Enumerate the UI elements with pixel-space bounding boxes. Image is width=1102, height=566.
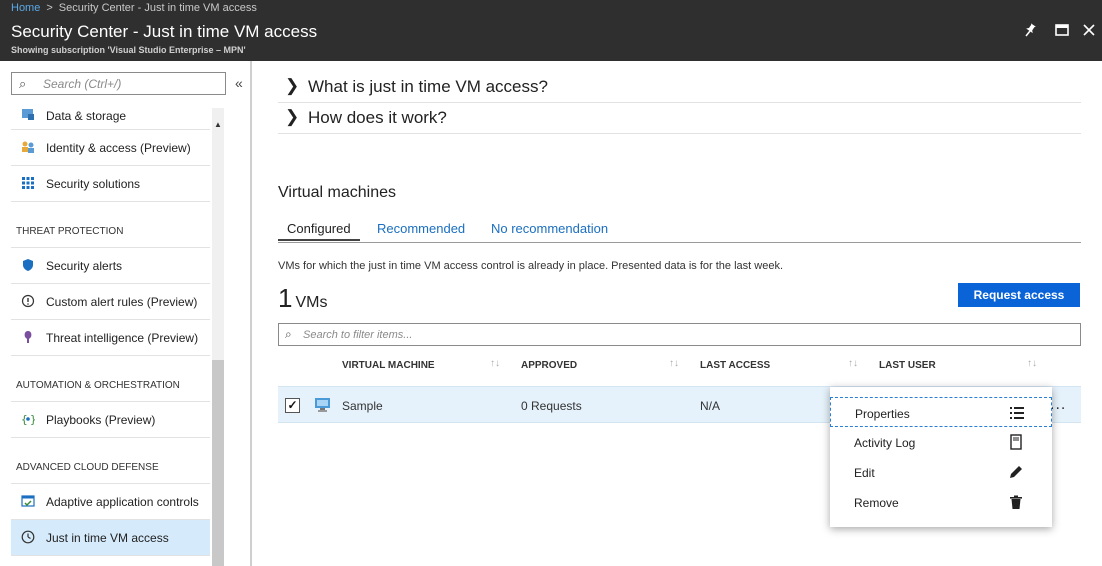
scrollbar-thumb[interactable] — [212, 360, 224, 566]
breadcrumb-separator: > — [46, 2, 53, 14]
sidebar-item-playbooks[interactable]: {} Playbooks (Preview) — [11, 402, 210, 438]
vm-count-unit: VMs — [295, 294, 328, 311]
alert-rule-icon — [21, 294, 35, 308]
sidebar-item-label: Playbooks (Preview) — [46, 413, 156, 427]
sort-icon[interactable]: ↑↓ — [669, 358, 679, 369]
sidebar-item-custom-alert-rules[interactable]: Custom alert rules (Preview) — [11, 284, 210, 320]
vm-count-number: 1 — [278, 283, 293, 313]
pencil-icon — [1008, 464, 1024, 480]
filter-placeholder: Search to filter items... — [303, 329, 413, 341]
sidebar-search-input[interactable]: ⌕ Search (Ctrl+/) — [11, 72, 226, 95]
row-checkbox[interactable]: ✓ — [285, 398, 300, 413]
threat-intel-icon — [21, 330, 35, 344]
cell-last-access: N/A — [700, 399, 721, 413]
blade-header: Security Center - Just in time VM access… — [0, 17, 1102, 61]
accordion-how-it-works[interactable]: ❯ How does it work? — [278, 103, 1081, 134]
sidebar-item-identity-access[interactable]: Identity & access (Preview) — [11, 130, 210, 166]
sidebar-item-data-storage[interactable]: Data & storage — [11, 108, 210, 130]
section-title-virtual-machines: Virtual machines — [278, 184, 396, 201]
filter-input[interactable]: ⌕ Search to filter items... — [278, 323, 1081, 346]
menu-item-label: Edit — [854, 466, 875, 480]
sidebar-item-threat-intelligence[interactable]: Threat intelligence (Preview) — [11, 320, 210, 356]
column-header-last-access[interactable]: LAST ACCESS — [700, 360, 770, 371]
menu-item-label: Activity Log — [854, 436, 916, 450]
cell-vm-name[interactable]: Sample — [342, 399, 383, 413]
close-icon[interactable] — [1079, 23, 1099, 43]
tab-no-recommendation[interactable]: No recommendation — [491, 221, 608, 236]
log-icon — [1008, 434, 1024, 450]
shield-icon — [21, 258, 35, 272]
menu-item-label: Remove — [854, 496, 899, 510]
cell-approved: 0 Requests — [521, 399, 582, 413]
page-title: Security Center - Just in time VM access — [11, 22, 318, 41]
menu-item-properties[interactable]: Properties — [830, 397, 1052, 427]
data-storage-icon — [21, 108, 35, 122]
chevron-right-icon: ❯ — [285, 107, 300, 126]
section-heading-automation: AUTOMATION & ORCHESTRATION — [11, 356, 210, 402]
menu-item-edit[interactable]: Edit — [830, 457, 1052, 487]
breadcrumb: Home > Security Center - Just in time VM a… — [0, 0, 1102, 17]
tab-bar: Configured Recommended No recommendation — [278, 219, 1081, 243]
sidebar-item-jit-vm-access[interactable]: Just in time VM access — [11, 520, 210, 556]
sidebar-item-label: Custom alert rules (Preview) — [46, 295, 198, 309]
grid-icon — [21, 176, 35, 190]
column-header-last-user[interactable]: LAST USER — [879, 360, 936, 371]
clock-icon — [21, 530, 35, 544]
sidebar-item-label: Threat intelligence (Preview) — [46, 331, 199, 345]
search-icon: ⌕ — [19, 76, 27, 91]
menu-item-remove[interactable]: Remove — [830, 487, 1052, 517]
sidebar-item-label: Adaptive application controls — [46, 495, 199, 509]
tab-recommended[interactable]: Recommended — [377, 221, 465, 236]
playbook-icon: {} — [21, 412, 37, 426]
sidebar-item-security-solutions[interactable]: Security solutions — [11, 166, 210, 202]
pin-icon[interactable] — [1020, 23, 1040, 43]
scroll-up-icon[interactable]: ▲ — [212, 120, 224, 129]
sidebar-item-label: Identity & access (Preview) — [46, 141, 191, 155]
sidebar-scrollbar[interactable]: ▲ — [212, 108, 224, 566]
app-controls-icon — [21, 494, 35, 508]
menu-item-activity-log[interactable]: Activity Log — [830, 427, 1052, 457]
tab-description: VMs for which the just in time VM access… — [278, 260, 784, 272]
row-context-menu: Properties Activity Log Edit Remove — [830, 387, 1052, 527]
sort-icon[interactable]: ↑↓ — [490, 358, 500, 369]
menu-item-label: Properties — [855, 407, 910, 421]
sidebar-item-label: Data & storage — [46, 109, 127, 123]
svg-text:}: } — [30, 413, 35, 426]
maximize-icon[interactable] — [1052, 23, 1072, 43]
collapse-sidebar-button[interactable]: « — [235, 75, 243, 91]
sidebar-item-label: Security alerts — [46, 259, 123, 273]
accordion-label: What is just in time VM access? — [308, 77, 548, 96]
sidebar-item-security-alerts[interactable]: Security alerts — [11, 248, 210, 284]
column-header-approved[interactable]: APPROVED — [521, 360, 577, 371]
sidebar-item-label: Security solutions — [46, 177, 141, 191]
list-icon — [1009, 405, 1025, 421]
sidebar-nav: Data & storage Identity & access (Previe… — [11, 108, 210, 556]
sort-icon[interactable]: ↑↓ — [848, 358, 858, 369]
accordion-label: How does it work? — [308, 108, 447, 127]
accordion-what-is-jit[interactable]: ❯ What is just in time VM access? — [278, 72, 1081, 103]
column-header-virtual-machine[interactable]: VIRTUAL MACHINE — [342, 360, 435, 371]
sidebar-item-label: Just in time VM access — [46, 531, 169, 545]
search-icon: ⌕ — [285, 327, 292, 341]
request-access-button[interactable]: Request access — [958, 283, 1080, 307]
tab-configured[interactable]: Configured — [278, 221, 360, 241]
identity-icon — [21, 140, 35, 154]
breadcrumb-current: Security Center - Just in time VM access — [58, 2, 257, 14]
section-heading-threat: THREAT PROTECTION — [11, 202, 210, 248]
section-heading-defense: ADVANCED CLOUD DEFENSE — [11, 438, 210, 484]
chevron-right-icon: ❯ — [285, 76, 300, 95]
sidebar-item-adaptive-app-controls[interactable]: Adaptive application controls — [11, 484, 210, 520]
breadcrumb-home-link[interactable]: Home — [11, 2, 40, 14]
trash-icon — [1008, 494, 1024, 510]
sidebar: ⌕ Search (Ctrl+/) « Data & storage Ident… — [0, 61, 252, 566]
vm-count: 1 VMs — [278, 283, 327, 314]
page-subtitle: Showing subscription 'Visual Studio Ente… — [11, 45, 246, 55]
virtual-machine-icon — [314, 397, 331, 413]
sidebar-search-placeholder: Search (Ctrl+/) — [43, 77, 122, 91]
more-actions-button[interactable]: ... — [1050, 396, 1066, 414]
sort-icon[interactable]: ↑↓ — [1027, 358, 1037, 369]
